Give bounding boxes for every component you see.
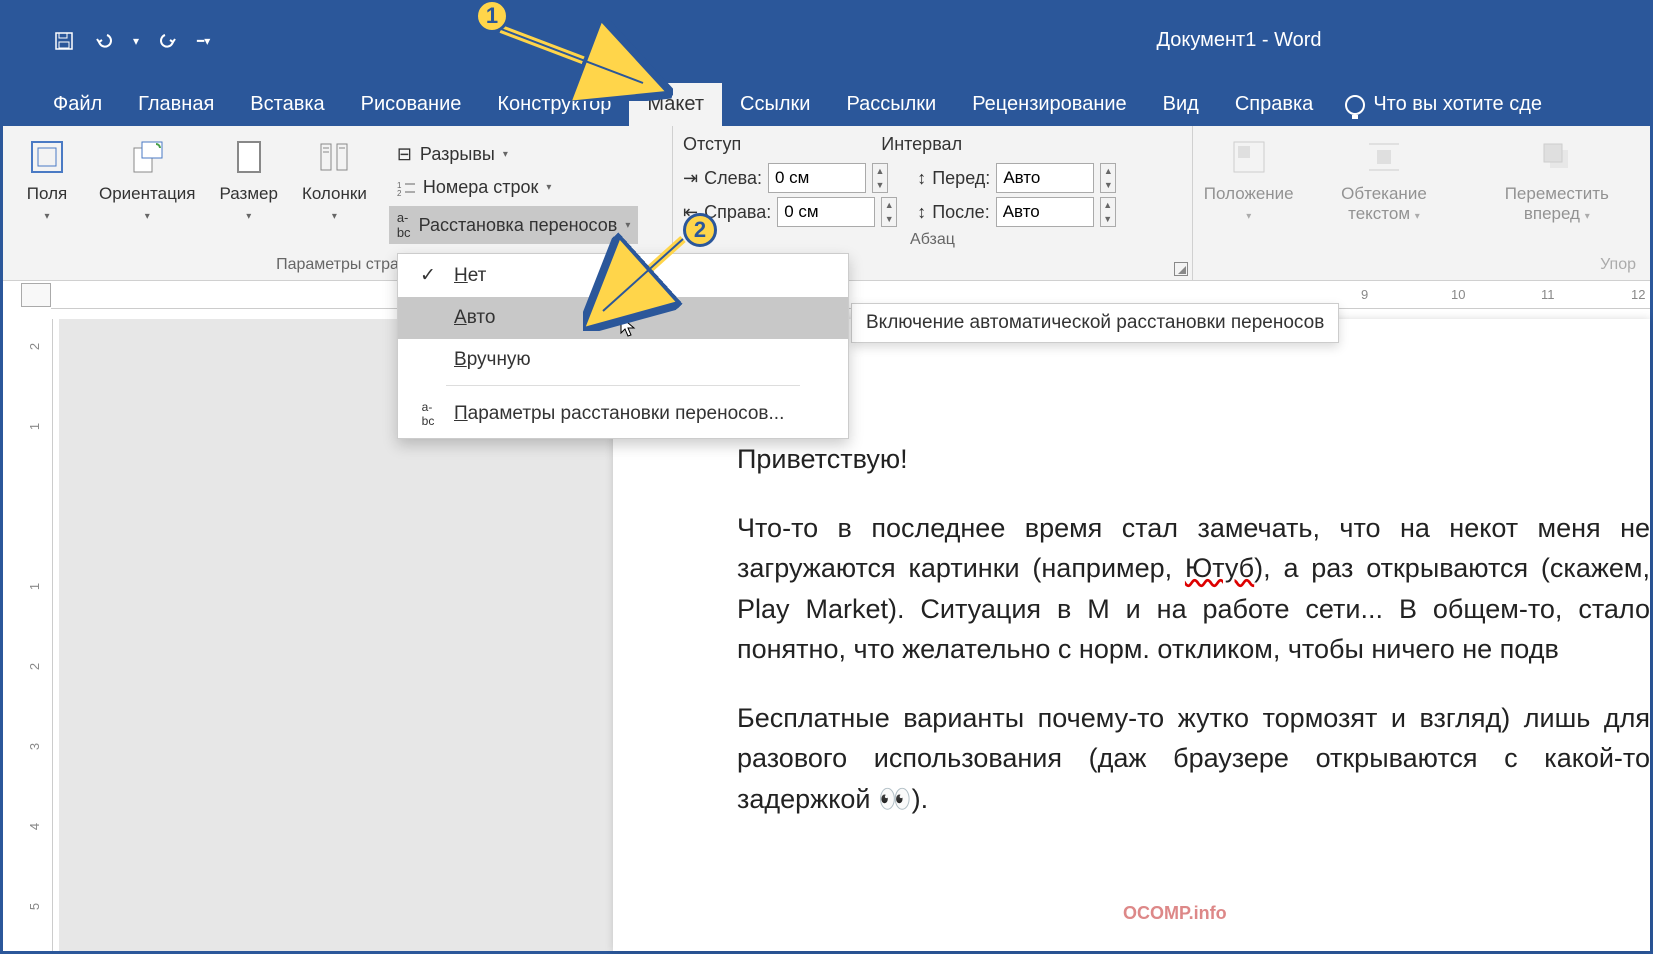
columns-icon (313, 136, 355, 178)
tab-draw[interactable]: Рисование (343, 83, 480, 126)
margins-icon (26, 136, 68, 178)
callout-1: 1 (475, 0, 509, 33)
tab-help[interactable]: Справка (1217, 83, 1331, 126)
indent-left-icon: ⇥ (683, 168, 698, 189)
spacing-after-input[interactable] (996, 197, 1094, 227)
vertical-ruler[interactable]: 2 1 1 2 3 4 5 (23, 319, 53, 951)
tab-design[interactable]: Конструктор (479, 83, 629, 126)
tell-me-search[interactable]: Что вы хотите сде (1331, 83, 1556, 126)
dropdown-item-options[interactable]: a-bc Параметры расстановки переносов... (398, 390, 848, 438)
cursor-icon (619, 315, 637, 339)
arrange-label: Упор (1203, 252, 1640, 278)
indent-header: Отступ (683, 134, 741, 155)
tell-me-label: Что вы хотите сде (1373, 93, 1542, 116)
undo-more-icon[interactable]: ▾ (133, 34, 139, 48)
size-icon (228, 136, 270, 178)
tab-insert[interactable]: Вставка (232, 83, 342, 126)
indent-left-label: Слева: (704, 168, 762, 189)
indent-left-input[interactable] (768, 163, 866, 193)
spacing-before-spinner[interactable]: ▲▼ (1100, 163, 1116, 193)
dropdown-item-none[interactable]: ✓ Нет (398, 254, 848, 297)
indent-right-label: Справа: (704, 202, 771, 223)
tooltip: Включение автоматической расстановки пер… (851, 303, 1339, 343)
position-button: Положение▾ (1203, 132, 1294, 252)
tab-review[interactable]: Рецензирование (954, 83, 1144, 126)
hyphenation-button[interactable]: a-bc Расстановка переносов ▾ (389, 206, 639, 244)
hyphenation-icon: a-bc (397, 210, 411, 240)
paragraph-label: Абзац (683, 227, 1182, 253)
spacing-before-label: Перед: (932, 168, 990, 189)
forward-icon (1536, 136, 1578, 178)
wrap-icon (1363, 136, 1405, 178)
tab-references[interactable]: Ссылки (722, 83, 828, 126)
breaks-button[interactable]: ⊟ Разрывы ▾ (389, 140, 639, 169)
tab-mailings[interactable]: Рассылки (828, 83, 954, 126)
ruler-corner[interactable] (21, 283, 51, 307)
redo-icon[interactable] (157, 30, 179, 52)
dropdown-separator (446, 385, 800, 386)
size-button[interactable]: Размер▾ (214, 132, 284, 252)
hyphenation-options-icon: a-bc (416, 400, 440, 428)
spacing-after-icon: ↕ (917, 202, 926, 223)
title-bar: ▾ ━▾ Документ1 - Word (3, 3, 1650, 78)
indent-right-spinner[interactable]: ▲▼ (881, 197, 897, 227)
group-arrange: Положение▾ Обтекание текстом ▾ Перемести… (1193, 126, 1650, 280)
paragraph-2: Что-то в последнее время стал замечать, … (737, 508, 1650, 670)
orientation-icon (126, 136, 168, 178)
tab-home[interactable]: Главная (120, 83, 232, 126)
svg-text:2: 2 (397, 189, 402, 196)
page-setup-small-buttons: ⊟ Разрывы ▾ 12 Номера строк ▾ a-bc Расст… (389, 132, 639, 252)
position-icon (1228, 136, 1270, 178)
paragraph-launcher[interactable] (1174, 262, 1188, 276)
quick-access-toolbar: ▾ ━▾ (3, 30, 210, 52)
tab-view[interactable]: Вид (1145, 83, 1217, 126)
orientation-button[interactable]: Ориентация▾ (93, 132, 202, 252)
spacing-after-label: После: (932, 202, 989, 223)
tab-layout[interactable]: Макет (629, 83, 722, 126)
breaks-icon: ⊟ (397, 144, 412, 165)
document-title: Документ1 - Word (1157, 29, 1322, 52)
bulb-icon (1345, 95, 1365, 115)
tab-file[interactable]: Файл (35, 83, 120, 126)
check-icon: ✓ (416, 264, 440, 287)
indent-right-input[interactable] (777, 197, 875, 227)
wrap-text-button: Обтекание текстом ▾ (1306, 132, 1461, 252)
margins-button[interactable]: Поля▾ (13, 132, 81, 252)
line-numbers-icon: 12 (397, 180, 415, 196)
qat-customize-icon[interactable]: ━▾ (197, 34, 210, 48)
bring-forward-button: Переместить вперед ▾ (1474, 132, 1640, 252)
watermark: OCOMP.info (1123, 903, 1227, 924)
paragraph-1: Приветствую! (737, 439, 1650, 480)
dropdown-item-manual[interactable]: Вручную (398, 339, 848, 381)
hyphenation-dropdown: ✓ Нет Авто Вручную a-bc Параметры расста… (397, 253, 849, 439)
indent-left-spinner[interactable]: ▲▼ (872, 163, 888, 193)
spacing-before-input[interactable] (996, 163, 1094, 193)
undo-icon[interactable] (93, 30, 115, 52)
line-numbers-button[interactable]: 12 Номера строк ▾ (389, 173, 639, 202)
paragraph-3: Бесплатные варианты почему-то жутко торм… (737, 698, 1650, 820)
ribbon-tabs: Файл Главная Вставка Рисование Конструкт… (3, 78, 1650, 126)
save-icon[interactable] (53, 30, 75, 52)
document-area: Приветствую! Что-то в последнее время ст… (59, 319, 1650, 951)
spacing-header: Интервал (881, 134, 962, 155)
spacing-before-icon: ↕ (917, 168, 926, 189)
callout-2: 2 (683, 213, 717, 247)
spacing-after-spinner[interactable]: ▲▼ (1100, 197, 1116, 227)
columns-button[interactable]: Колонки▾ (296, 132, 373, 252)
